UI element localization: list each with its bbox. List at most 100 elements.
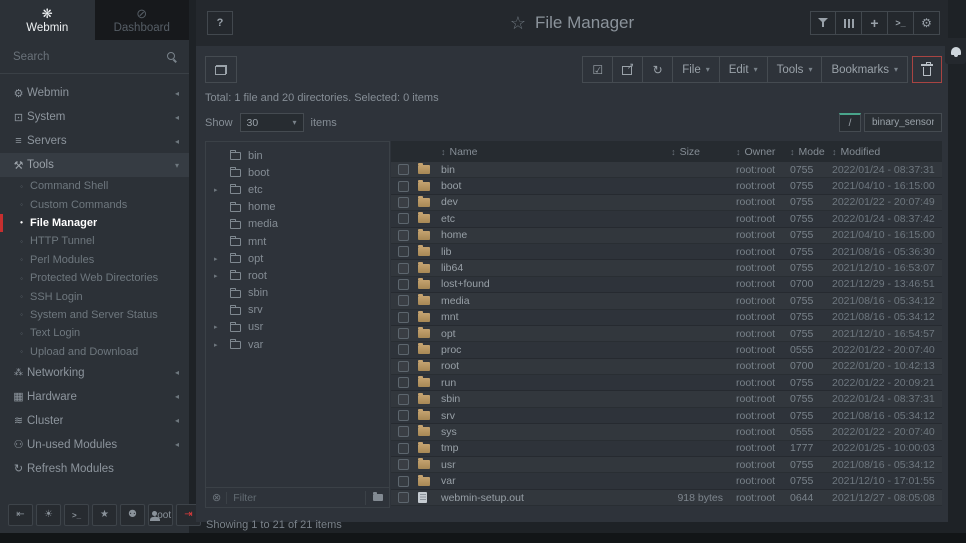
sidebar-item[interactable]: Webmin [0,81,189,105]
file-name[interactable]: etc [441,213,640,225]
path-search-input[interactable] [864,113,942,132]
file-name[interactable]: webmin-setup.out [441,492,640,504]
table-row[interactable]: lost+found root:root 0700 2021/12/29 - 1… [391,277,942,293]
search-input[interactable] [13,51,167,63]
table-row[interactable]: proc root:root 0555 2022/01/22 - 20:07:4… [391,342,942,358]
favorite-star-icon[interactable]: ☆ [510,13,526,34]
table-row[interactable]: boot root:root 0755 2021/04/10 - 16:15:0… [391,178,942,194]
row-checkbox[interactable] [398,279,409,290]
row-checkbox[interactable] [398,295,409,306]
page-size-select[interactable]: 30 ▾ [240,113,304,132]
table-row[interactable]: root root:root 0700 2022/01/20 - 10:42:1… [391,359,942,375]
user-button[interactable]: root [148,504,173,526]
sidebar-item[interactable]: Hardware [0,385,189,409]
sidebar-item[interactable]: Servers [0,129,189,153]
row-checkbox[interactable] [398,394,409,405]
tree-node[interactable]: home [206,199,389,216]
file-name[interactable]: run [441,377,640,389]
expand-arrow-icon[interactable] [214,341,226,349]
sidebar-item[interactable]: Protected Web Directories [0,269,189,287]
sidebar-item[interactable]: Tools [0,153,189,177]
file-name[interactable]: media [441,295,640,307]
sidebar-item[interactable]: System [0,105,189,129]
theme-palette-button[interactable]: ⚉ [120,504,145,526]
row-checkbox[interactable] [398,197,409,208]
file-name[interactable]: tmp [441,442,640,454]
column-header-size[interactable]: Size [640,146,736,158]
row-checkbox[interactable] [398,246,409,257]
filter-button[interactable] [810,11,836,35]
file-name[interactable]: lib64 [441,262,640,274]
table-row[interactable]: run root:root 0755 2022/01/22 - 20:09:21 [391,375,942,391]
table-row[interactable]: sys root:root 0555 2022/01/22 - 20:07:40 [391,424,942,440]
table-row[interactable]: sbin root:root 0755 2022/01/24 - 08:37:3… [391,391,942,407]
file-name[interactable]: dev [441,196,640,208]
refresh-button[interactable] [643,56,673,83]
file-name[interactable]: sys [441,426,640,438]
sidebar-item[interactable]: SSH Login [0,287,189,305]
tree-node[interactable]: mnt [206,233,389,250]
tree-node[interactable]: var [206,336,389,353]
file-name[interactable]: home [441,229,640,241]
sidebar-item[interactable]: Text Login [0,324,189,342]
tree-node[interactable]: boot [206,164,389,181]
sidebar-item[interactable]: Command Shell [0,177,189,195]
tree-node[interactable]: opt [206,250,389,267]
row-checkbox[interactable] [398,410,409,421]
row-checkbox[interactable] [398,492,409,503]
sidebar-item[interactable]: File Manager [0,214,189,232]
column-header-name[interactable]: Name [441,146,640,158]
sidebar-item[interactable]: Custom Commands [0,195,189,213]
row-checkbox[interactable] [398,377,409,388]
row-checkbox[interactable] [398,476,409,487]
table-row[interactable]: opt root:root 0755 2021/12/10 - 16:54:57 [391,326,942,342]
sidebar-item[interactable]: System and Server Status [0,306,189,324]
file-name[interactable]: mnt [441,311,640,323]
row-checkbox[interactable] [398,213,409,224]
columns-button[interactable] [836,11,862,35]
terminal-button[interactable]: >_ [64,504,89,526]
notifications-button[interactable] [945,38,966,64]
tree-node[interactable]: usr [206,319,389,336]
select-view-button[interactable] [205,56,237,83]
tree-node[interactable]: etc [206,181,389,198]
expand-arrow-icon[interactable] [214,186,226,194]
clear-filter-icon[interactable] [212,491,221,504]
path-root-button[interactable]: / [839,113,861,132]
table-row[interactable]: etc root:root 0755 2022/01/24 - 08:37:42 [391,211,942,227]
settings-button[interactable] [914,11,940,35]
collapse-sidebar-button[interactable]: ⇤ [8,504,33,526]
row-checkbox[interactable] [398,361,409,372]
bookmarks-menu-button[interactable]: Bookmarks▾ [822,56,908,83]
export-button[interactable] [613,56,643,83]
table-row[interactable]: mnt root:root 0755 2021/08/16 - 05:34:12 [391,310,942,326]
row-checkbox[interactable] [398,164,409,175]
file-name[interactable]: boot [441,180,640,192]
table-row[interactable]: var root:root 0755 2021/12/10 - 17:01:55 [391,473,942,489]
table-row[interactable]: home root:root 0755 2021/04/10 - 16:15:0… [391,228,942,244]
table-row[interactable]: media root:root 0755 2021/08/16 - 05:34:… [391,293,942,309]
table-row[interactable]: lib root:root 0755 2021/08/16 - 05:36:30 [391,244,942,260]
row-checkbox[interactable] [398,459,409,470]
tab-webmin[interactable]: ❋ Webmin [0,0,95,40]
sidebar-item[interactable]: Upload and Download [0,343,189,361]
table-row[interactable]: tmp root:root 1777 2022/01/25 - 10:00:03 [391,441,942,457]
sidebar-item[interactable]: Networking [0,361,189,385]
file-name[interactable]: usr [441,459,640,471]
sidebar-item[interactable]: Refresh Modules [0,457,189,481]
tools-menu-button[interactable]: Tools▾ [768,56,823,83]
tree-node[interactable]: root [206,267,389,284]
file-name[interactable]: proc [441,344,640,356]
row-checkbox[interactable] [398,263,409,274]
row-checkbox[interactable] [398,328,409,339]
row-checkbox[interactable] [398,312,409,323]
file-name[interactable]: bin [441,164,640,176]
expand-arrow-icon[interactable] [214,255,226,263]
tree-node[interactable]: media [206,216,389,233]
sidebar-item[interactable]: Perl Modules [0,251,189,269]
expand-arrow-icon[interactable] [214,272,226,280]
trash-button[interactable] [912,56,942,83]
help-button[interactable] [207,11,233,35]
tree-folder-button[interactable] [365,491,383,505]
table-row[interactable]: webmin-setup.out 918 bytes root:root 064… [391,490,942,506]
